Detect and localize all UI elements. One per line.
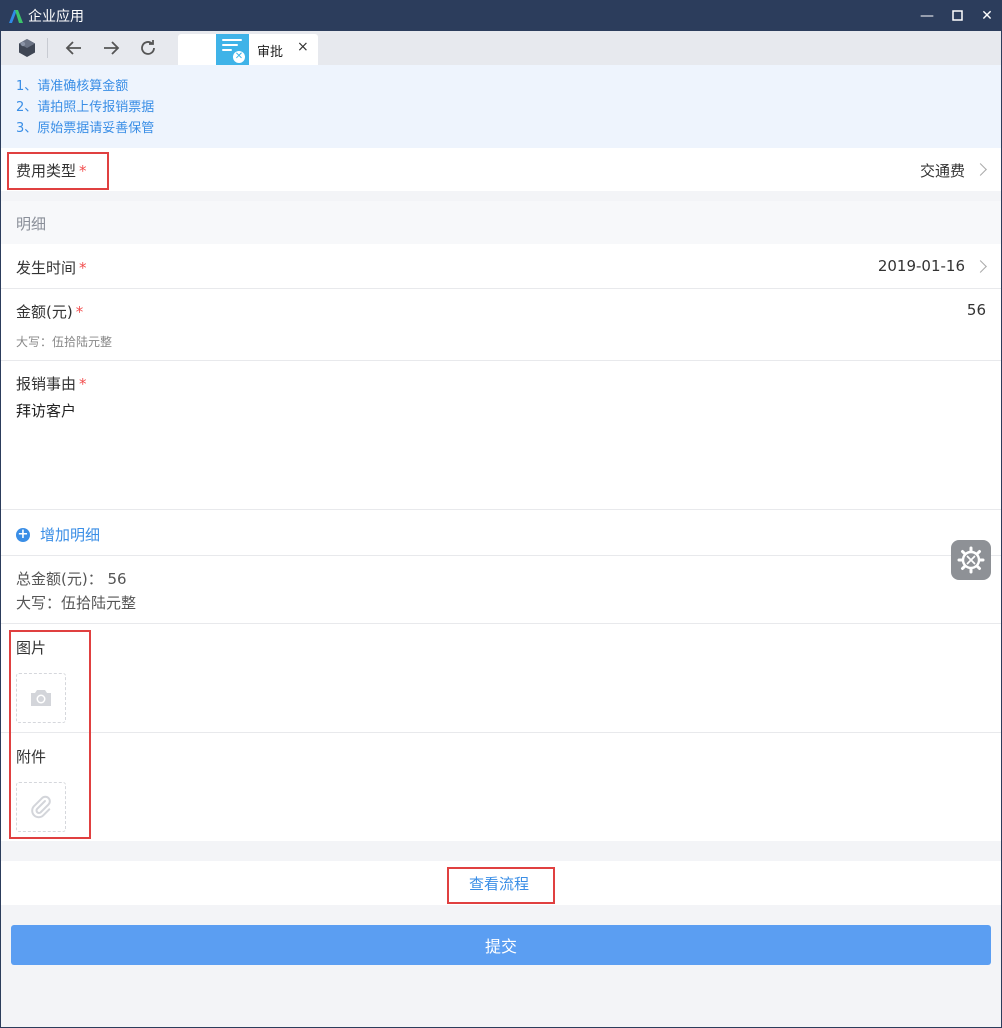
home-cube-icon[interactable] xyxy=(14,35,40,61)
amount-uppercase-hint: 大写：伍拾陆元整 xyxy=(16,335,113,349)
chevron-right-icon xyxy=(974,260,987,273)
toolbar-separator xyxy=(47,38,48,58)
amount-label: 金额(元) * xyxy=(16,303,84,321)
amount-row[interactable]: 金额(元) * 56 大写：伍拾陆元整 xyxy=(1,289,1001,360)
date-row[interactable]: 发生时间 * 2019-01-16 xyxy=(1,244,1001,288)
notice-banner: 1、请准确核算金额 2、请拍照上传报销票据 3、原始票据请妥善保管 xyxy=(1,65,1001,148)
app-logo-icon xyxy=(8,8,24,24)
maximize-button[interactable] xyxy=(942,0,972,31)
add-detail-row[interactable]: + 增加明细 xyxy=(1,510,1001,555)
approval-doc-icon: ✕ xyxy=(216,34,249,65)
expense-type-row[interactable]: 费用类型 * 交通费 xyxy=(1,148,1001,191)
tab-close-icon[interactable]: × xyxy=(297,39,309,55)
reason-row[interactable]: 报销事由 * 拜访客户 xyxy=(1,361,1001,509)
detail-section-header: 明细 xyxy=(1,201,1001,244)
browser-toolbar: ✕ 审批 × xyxy=(1,31,1001,65)
total-row: 总金额(元)： 56 大写：伍拾陆元整 xyxy=(1,556,1001,623)
form-content: 1、请准确核算金额 2、请拍照上传报销票据 3、原始票据请妥善保管 费用类型 * … xyxy=(1,65,1001,1027)
total-uppercase: 大写：伍拾陆元整 xyxy=(16,594,137,612)
tab-label: 审批 xyxy=(257,45,284,60)
chevron-right-icon xyxy=(974,163,987,176)
date-value: 2019-01-16 xyxy=(877,257,965,275)
forward-arrow-icon[interactable] xyxy=(98,35,124,61)
highlight-box-view-flow xyxy=(447,867,555,904)
attachment-upload-row: 附件 xyxy=(1,733,1001,841)
reason-label: 报销事由 * xyxy=(16,375,87,393)
tab-approval[interactable]: ✕ 审批 × xyxy=(178,34,318,65)
date-label: 发生时间 * xyxy=(16,259,87,277)
settings-gear-icon[interactable] xyxy=(951,540,991,580)
image-upload-row: 图片 xyxy=(1,624,1001,732)
back-arrow-icon[interactable] xyxy=(61,35,87,61)
amount-value[interactable]: 56 xyxy=(967,301,986,319)
add-detail-button[interactable]: + 增加明细 xyxy=(16,524,100,545)
window-titlebar: 企业应用 — ✕ xyxy=(0,0,1002,31)
highlight-box-expense-type xyxy=(7,152,109,190)
reason-textarea[interactable]: 拜访客户 xyxy=(16,400,76,421)
refresh-icon[interactable] xyxy=(135,35,161,61)
submit-button[interactable]: 提交 xyxy=(11,925,991,965)
minimize-button[interactable]: — xyxy=(912,0,942,31)
highlight-box-uploads xyxy=(9,630,91,839)
window-title: 企业应用 xyxy=(28,8,84,25)
total-amount: 总金额(元)： 56 xyxy=(16,570,127,588)
plus-circle-icon: + xyxy=(16,526,30,542)
notice-line: 2、请拍照上传报销票据 xyxy=(16,100,155,115)
close-window-button[interactable]: ✕ xyxy=(972,0,1002,31)
notice-line: 1、请准确核算金额 xyxy=(16,79,129,94)
notice-line: 3、原始票据请妥善保管 xyxy=(16,121,155,136)
expense-type-value: 交通费 xyxy=(919,162,965,180)
